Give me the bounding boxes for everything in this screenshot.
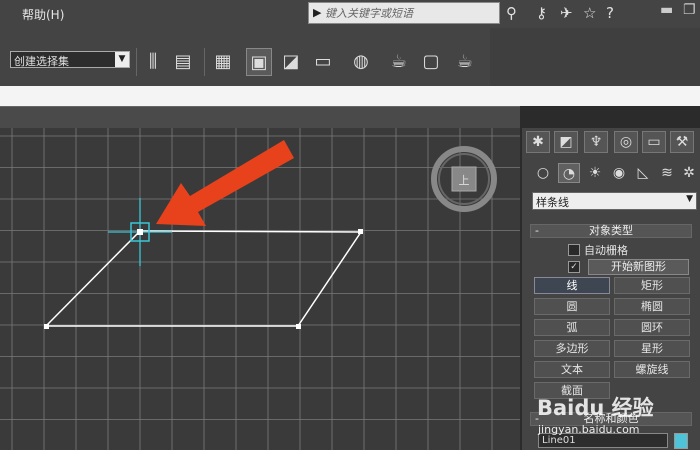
search-input[interactable] bbox=[325, 4, 495, 22]
lights-icon[interactable]: ☀ bbox=[584, 163, 606, 183]
toolbar-separator bbox=[204, 48, 205, 76]
spline-vertex[interactable] bbox=[296, 324, 301, 329]
help-icon[interactable]: ? bbox=[606, 4, 614, 22]
display-tab-icon[interactable]: ▭ bbox=[642, 131, 666, 153]
rendered-frame-icon[interactable]: ▢ bbox=[418, 48, 444, 76]
maximize-icon[interactable]: ❐ bbox=[683, 2, 696, 18]
spline-vertex[interactable] bbox=[44, 324, 49, 329]
top-viewport[interactable]: 上 bbox=[0, 128, 520, 450]
menu-help[interactable]: 帮助(H) bbox=[22, 6, 64, 23]
modify-tab-icon[interactable]: ◩ bbox=[554, 131, 578, 153]
search-expand-icon[interactable]: ▶ bbox=[313, 6, 321, 19]
create-tab-icon[interactable]: ✱ bbox=[526, 131, 550, 153]
ribbon-bar bbox=[0, 86, 700, 106]
hierarchy-tab-icon[interactable]: ♆ bbox=[584, 131, 608, 153]
object-type-rollout[interactable]: - 对象类型 bbox=[530, 224, 692, 238]
donut-button[interactable]: 圆环 bbox=[614, 319, 690, 336]
layer-manager-icon[interactable]: ▦ bbox=[210, 48, 236, 76]
shape-category-dropdown[interactable]: 样条线 ▼ bbox=[532, 192, 697, 210]
watermark-url: jingyan.baidu.com bbox=[538, 423, 640, 436]
shapes-icon[interactable]: ◔ bbox=[558, 163, 580, 183]
cameras-icon[interactable]: ◉ bbox=[608, 163, 630, 183]
start-new-shape-checkbox[interactable]: ✓ bbox=[568, 261, 580, 273]
align-icon[interactable]: ▤ bbox=[170, 48, 196, 76]
start-new-shape-button[interactable]: 开始新图形 bbox=[588, 259, 689, 275]
svg-text:上: 上 bbox=[459, 174, 470, 187]
ellipse-button[interactable]: 椭圆 bbox=[614, 298, 690, 315]
circle-button[interactable]: 圆 bbox=[534, 298, 610, 315]
rectangle-button[interactable]: 矩形 bbox=[614, 277, 690, 294]
satellite-icon[interactable]: ✈ bbox=[560, 4, 573, 22]
binoculars-icon[interactable]: ⚲ bbox=[506, 4, 517, 22]
auto-grid-label: 自动栅格 bbox=[584, 244, 628, 257]
key-icon[interactable]: ⚷ bbox=[536, 4, 547, 22]
spline-vertex[interactable] bbox=[358, 229, 363, 234]
arc-button[interactable]: 弧 bbox=[534, 319, 610, 336]
baidu-watermark: Baidu 经验 bbox=[537, 396, 654, 420]
auto-grid-checkbox[interactable] bbox=[568, 244, 580, 256]
render-setup-icon[interactable]: ☕ bbox=[386, 48, 412, 76]
spline-shape[interactable] bbox=[44, 230, 363, 327]
snap-cursor bbox=[108, 198, 172, 266]
curve-editor-icon[interactable]: ◪ bbox=[278, 48, 304, 76]
pointer-arrow-icon bbox=[156, 140, 294, 226]
spacewarps-icon[interactable]: ≋ bbox=[656, 163, 678, 183]
object-type-title: 对象类型 bbox=[589, 224, 633, 237]
geometry-icon[interactable]: ○ bbox=[532, 163, 554, 183]
render-teapot-icon[interactable]: ☕ bbox=[452, 48, 478, 76]
object-color-swatch[interactable] bbox=[674, 433, 688, 449]
viewport-header bbox=[0, 106, 520, 129]
helpers-icon[interactable]: ◺ bbox=[632, 163, 654, 183]
toolbar-separator bbox=[136, 48, 137, 76]
selection-set-dropdown[interactable]: 创建选择集 ▼ bbox=[10, 51, 130, 68]
material-editor-icon[interactable]: ◍ bbox=[348, 48, 374, 76]
ngon-button[interactable]: 多边形 bbox=[534, 340, 610, 357]
schematic-view-icon[interactable]: ▭ bbox=[310, 48, 336, 76]
search-box[interactable]: ▶ bbox=[308, 2, 500, 24]
helix-button[interactable]: 螺旋线 bbox=[614, 361, 690, 378]
motion-tab-icon[interactable]: ◎ bbox=[614, 131, 638, 153]
viewport-canvas[interactable]: 上 bbox=[0, 128, 520, 450]
scene-explorer-icon[interactable]: ▣ bbox=[246, 48, 272, 76]
favorites-star-icon[interactable]: ☆ bbox=[583, 4, 596, 22]
systems-icon[interactable]: ✲ bbox=[678, 163, 700, 183]
viewcube-ring[interactable]: 上 bbox=[431, 146, 497, 212]
shape-category-value: 样条线 bbox=[536, 196, 569, 209]
line-button[interactable]: 线 bbox=[534, 277, 610, 294]
selection-set-value: 创建选择集 bbox=[14, 55, 69, 68]
text-button[interactable]: 文本 bbox=[534, 361, 610, 378]
toolbar-extension bbox=[490, 28, 700, 86]
utilities-tab-icon[interactable]: ⚒ bbox=[670, 131, 694, 153]
star-button[interactable]: 星形 bbox=[614, 340, 690, 357]
chevron-down-icon[interactable]: ▼ bbox=[686, 194, 693, 204]
mirror-icon[interactable]: ⫼ bbox=[140, 48, 166, 76]
chevron-down-icon[interactable]: ▼ bbox=[115, 52, 129, 67]
minimize-icon[interactable]: ▬ bbox=[660, 2, 673, 18]
